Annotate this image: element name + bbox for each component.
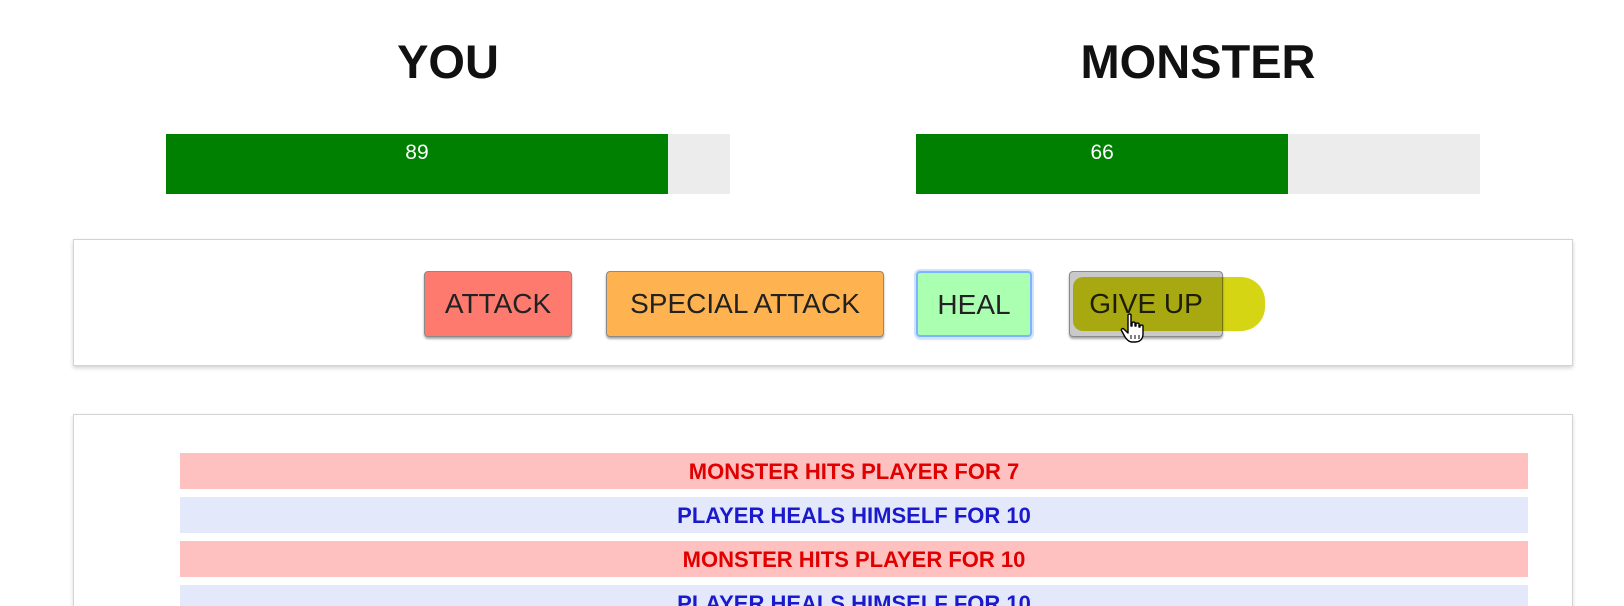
give-up-button[interactable]: GIVE UP [1069, 271, 1223, 337]
player-health-fill: 89 [166, 134, 668, 194]
battle-log: MONSTER HITS PLAYER FOR 7 PLAYER HEALS H… [73, 414, 1573, 606]
game-page: YOU MONSTER 89 66 ATTACK SPECIAL ATTACK … [0, 0, 1624, 606]
monster-healthbar: 66 [916, 134, 1480, 194]
log-entry: MONSTER HITS PLAYER FOR 10 [180, 541, 1528, 577]
player-title: YOU [397, 35, 499, 88]
controls-panel: ATTACK SPECIAL ATTACK HEAL GIVE UP [73, 239, 1573, 366]
log-entry: PLAYER HEALS HIMSELF FOR 10 [180, 585, 1528, 606]
monster-title: MONSTER [1080, 35, 1316, 88]
log-entry: MONSTER HITS PLAYER FOR 7 [180, 453, 1528, 489]
special-attack-button[interactable]: SPECIAL ATTACK [606, 271, 884, 337]
attack-button[interactable]: ATTACK [424, 271, 572, 337]
log-entry: PLAYER HEALS HIMSELF FOR 10 [180, 497, 1528, 533]
player-healthbar: 89 [166, 134, 730, 194]
heal-button[interactable]: HEAL [916, 271, 1032, 337]
monster-health-fill: 66 [916, 134, 1289, 194]
